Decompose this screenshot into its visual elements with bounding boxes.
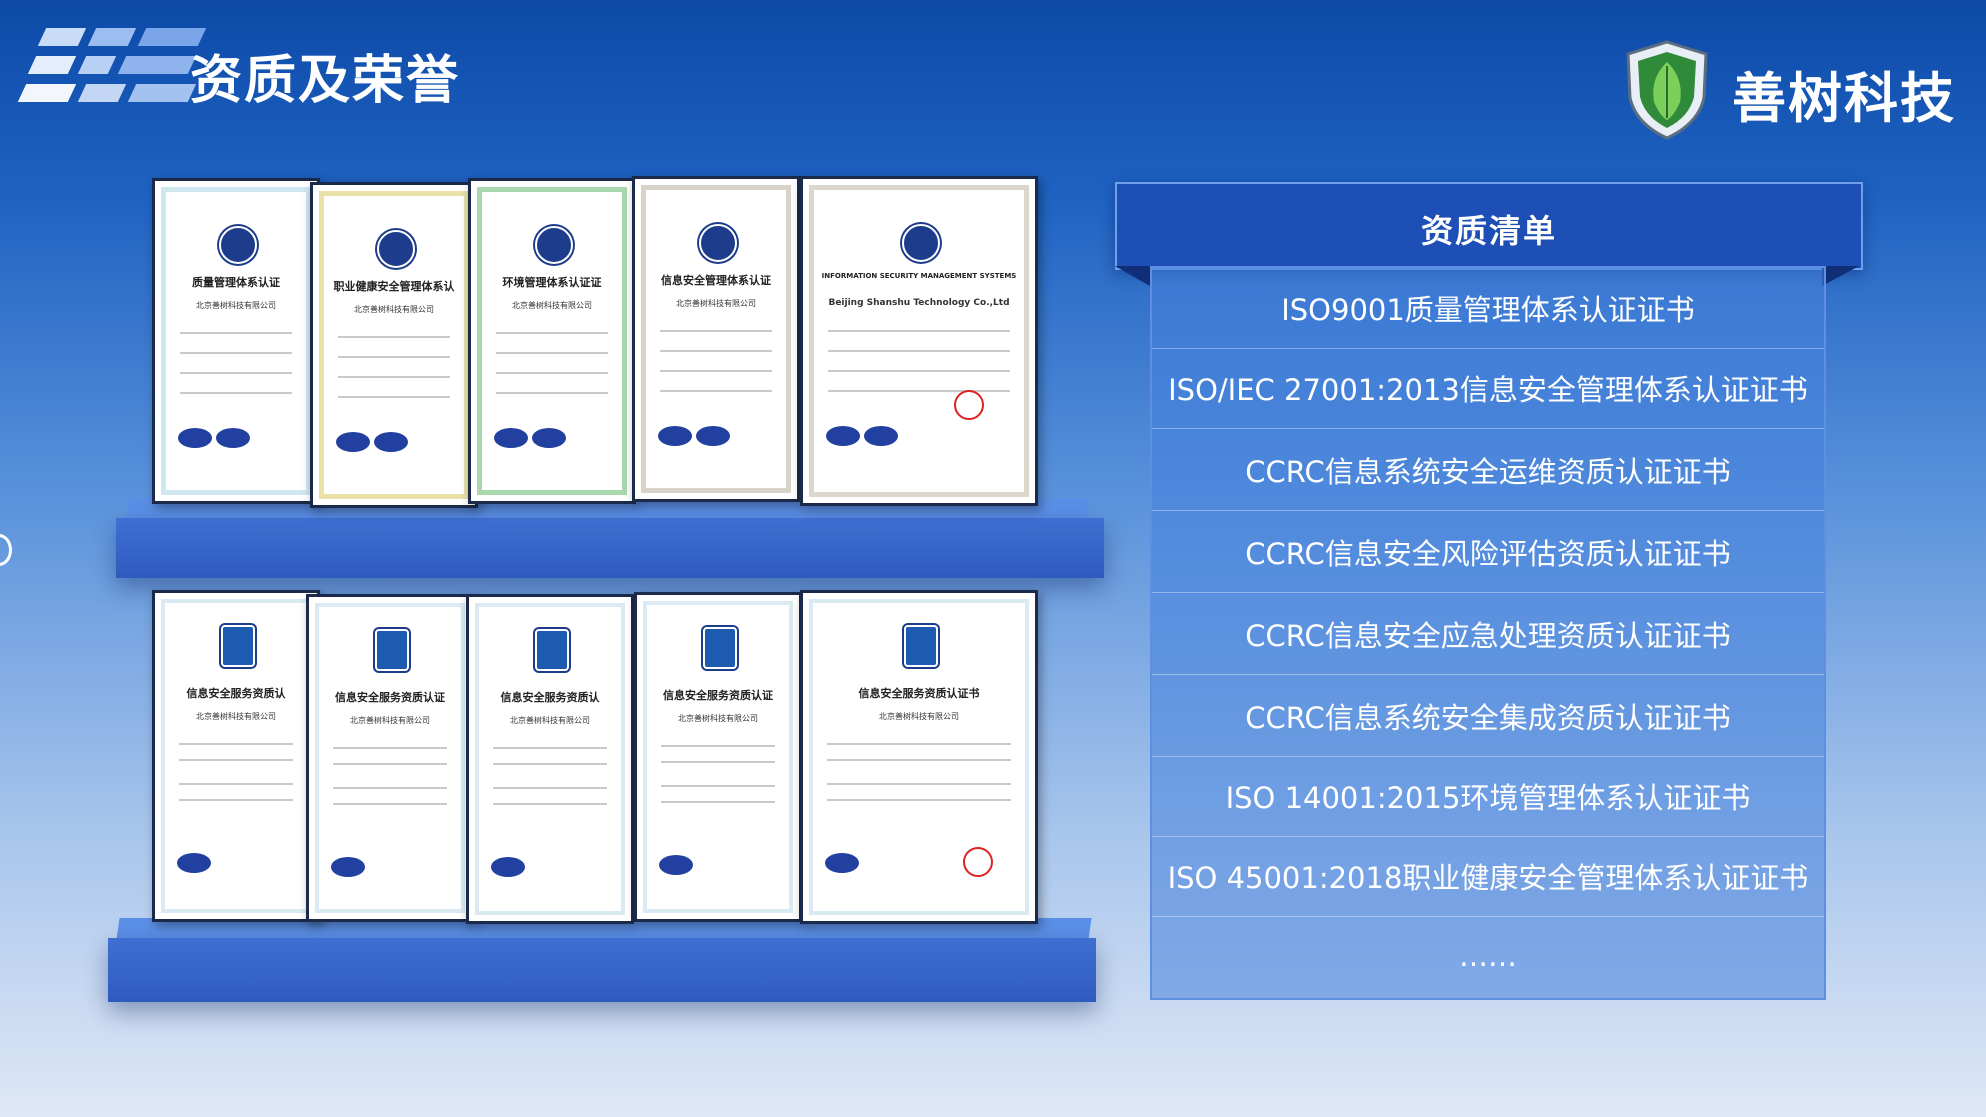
cnas-badge-icon bbox=[491, 857, 571, 879]
certificate-ccrc-5[interactable]: 信息安全服务资质认证书 北京善树科技有限公司 bbox=[800, 590, 1038, 924]
certificate-emblem-icon bbox=[535, 226, 573, 264]
list-item: ISO9001质量管理体系认证证书 bbox=[1152, 268, 1824, 349]
certificate-title: INFORMATION SECURITY MANAGEMENT SYSTEMS bbox=[821, 272, 1017, 280]
ribbon-fold-left bbox=[1115, 266, 1150, 286]
list-item: CCRC信息系统安全集成资质认证证书 bbox=[1152, 676, 1824, 757]
iaf-cnas-badges-icon bbox=[494, 428, 574, 450]
iaf-cnas-badges-icon bbox=[178, 428, 258, 450]
certificate-company: 北京善树科技有限公司 bbox=[196, 301, 276, 310]
cnas-badge-icon bbox=[331, 857, 411, 879]
certificate-title: 信息安全服务资质认 bbox=[500, 691, 600, 704]
certificate-emblem-icon bbox=[902, 224, 940, 262]
list-item: CCRC信息系统安全运维资质认证证书 bbox=[1152, 430, 1824, 511]
certificate-quality[interactable]: 质量管理体系认证 北京善树科技有限公司 bbox=[152, 178, 320, 504]
ccrc-emblem-icon bbox=[703, 627, 737, 669]
shelf-lower bbox=[108, 938, 1096, 1002]
certificate-title: 信息安全服务资质认 bbox=[186, 687, 286, 700]
iaf-cnas-badges-icon bbox=[826, 426, 906, 448]
list-item: CCRC信息安全风险评估资质认证证书 bbox=[1152, 512, 1824, 593]
certificate-company: 北京善树科技有限公司 bbox=[196, 712, 276, 721]
certificate-company: 北京善树科技有限公司 bbox=[678, 714, 758, 723]
certificate-title: 质量管理体系认证 bbox=[192, 276, 280, 289]
certificate-company: 北京善树科技有限公司 bbox=[510, 716, 590, 725]
certificate-environment[interactable]: 环境管理体系认证证 北京善树科技有限公司 bbox=[468, 178, 636, 504]
brand-name: 善树科技 bbox=[1732, 67, 1956, 130]
certificate-info-security-cn[interactable]: 信息安全管理体系认证 北京善树科技有限公司 bbox=[632, 176, 800, 502]
red-seal-stamp-icon bbox=[954, 390, 984, 420]
certificate-ccrc-4[interactable]: 信息安全服务资质认证 北京善树科技有限公司 bbox=[634, 592, 802, 922]
list-item: ISO 14001:2015环境管理体系认证证书 bbox=[1152, 756, 1824, 837]
cnas-badge-icon bbox=[825, 853, 905, 875]
certificate-title: 信息安全管理体系认证 bbox=[661, 274, 771, 287]
iaf-cnas-badges-icon bbox=[658, 426, 738, 448]
certificate-title: 信息安全服务资质认证书 bbox=[858, 687, 980, 700]
certificate-title: 职业健康安全管理体系认 bbox=[333, 280, 455, 293]
certificate-company: 北京善树科技有限公司 bbox=[350, 716, 430, 725]
certificate-emblem-icon bbox=[699, 224, 737, 262]
iaf-cnas-badges-icon bbox=[336, 432, 416, 454]
certificate-company: 北京善树科技有限公司 bbox=[354, 305, 434, 314]
red-seal-stamp-icon bbox=[963, 847, 993, 877]
page-title: 资质及荣誉 bbox=[190, 51, 461, 111]
qualification-list-header: 资质清单 bbox=[1115, 182, 1863, 270]
certificate-info-security-en[interactable]: INFORMATION SECURITY MANAGEMENT SYSTEMS … bbox=[800, 176, 1038, 506]
qualification-list-title: 资质清单 bbox=[1420, 212, 1557, 250]
certificate-title: 信息安全服务资质认证 bbox=[335, 691, 445, 704]
certificate-title: 信息安全服务资质认证 bbox=[663, 689, 773, 702]
certificate-company: Beijing Shanshu Technology Co.,Ltd bbox=[828, 298, 1010, 308]
qualification-list: ISO9001质量管理体系认证证书 ISO/IEC 27001:2013信息安全… bbox=[1150, 266, 1826, 1000]
list-item: ISO 45001:2018职业健康安全管理体系认证证书 bbox=[1152, 836, 1824, 917]
ribbon-fold-right bbox=[1822, 266, 1859, 286]
certificate-occupational-health[interactable]: 职业健康安全管理体系认 北京善树科技有限公司 bbox=[310, 182, 478, 508]
certificate-ccrc-2[interactable]: 信息安全服务资质认证 北京善树科技有限公司 bbox=[306, 594, 474, 922]
ccrc-emblem-icon bbox=[904, 625, 938, 667]
slide-nav-ring-icon[interactable] bbox=[0, 534, 12, 566]
shield-leaf-logo-icon bbox=[1626, 40, 1708, 140]
shelf-upper bbox=[116, 518, 1104, 578]
cnas-badge-icon bbox=[659, 855, 739, 877]
certificate-company: 北京善树科技有限公司 bbox=[512, 301, 592, 310]
certificate-title: 环境管理体系认证证 bbox=[502, 276, 602, 289]
certificate-ccrc-3[interactable]: 信息安全服务资质认 北京善树科技有限公司 bbox=[466, 594, 634, 924]
list-item: CCRC信息安全应急处理资质认证证书 bbox=[1152, 594, 1824, 675]
list-item-more: …… bbox=[1459, 939, 1517, 973]
ccrc-emblem-icon bbox=[221, 625, 255, 667]
cnas-badge-icon bbox=[177, 853, 257, 875]
certificate-company: 北京善树科技有限公司 bbox=[879, 712, 959, 721]
certificate-emblem-icon bbox=[377, 230, 415, 268]
ccrc-emblem-icon bbox=[375, 629, 409, 671]
certificate-ccrc-1[interactable]: 信息安全服务资质认 北京善树科技有限公司 bbox=[152, 590, 320, 922]
certificate-emblem-icon bbox=[219, 226, 257, 264]
certificate-company: 北京善树科技有限公司 bbox=[676, 299, 756, 308]
ccrc-emblem-icon bbox=[535, 629, 569, 671]
list-item: ISO/IEC 27001:2013信息安全管理体系认证证书 bbox=[1152, 348, 1824, 429]
